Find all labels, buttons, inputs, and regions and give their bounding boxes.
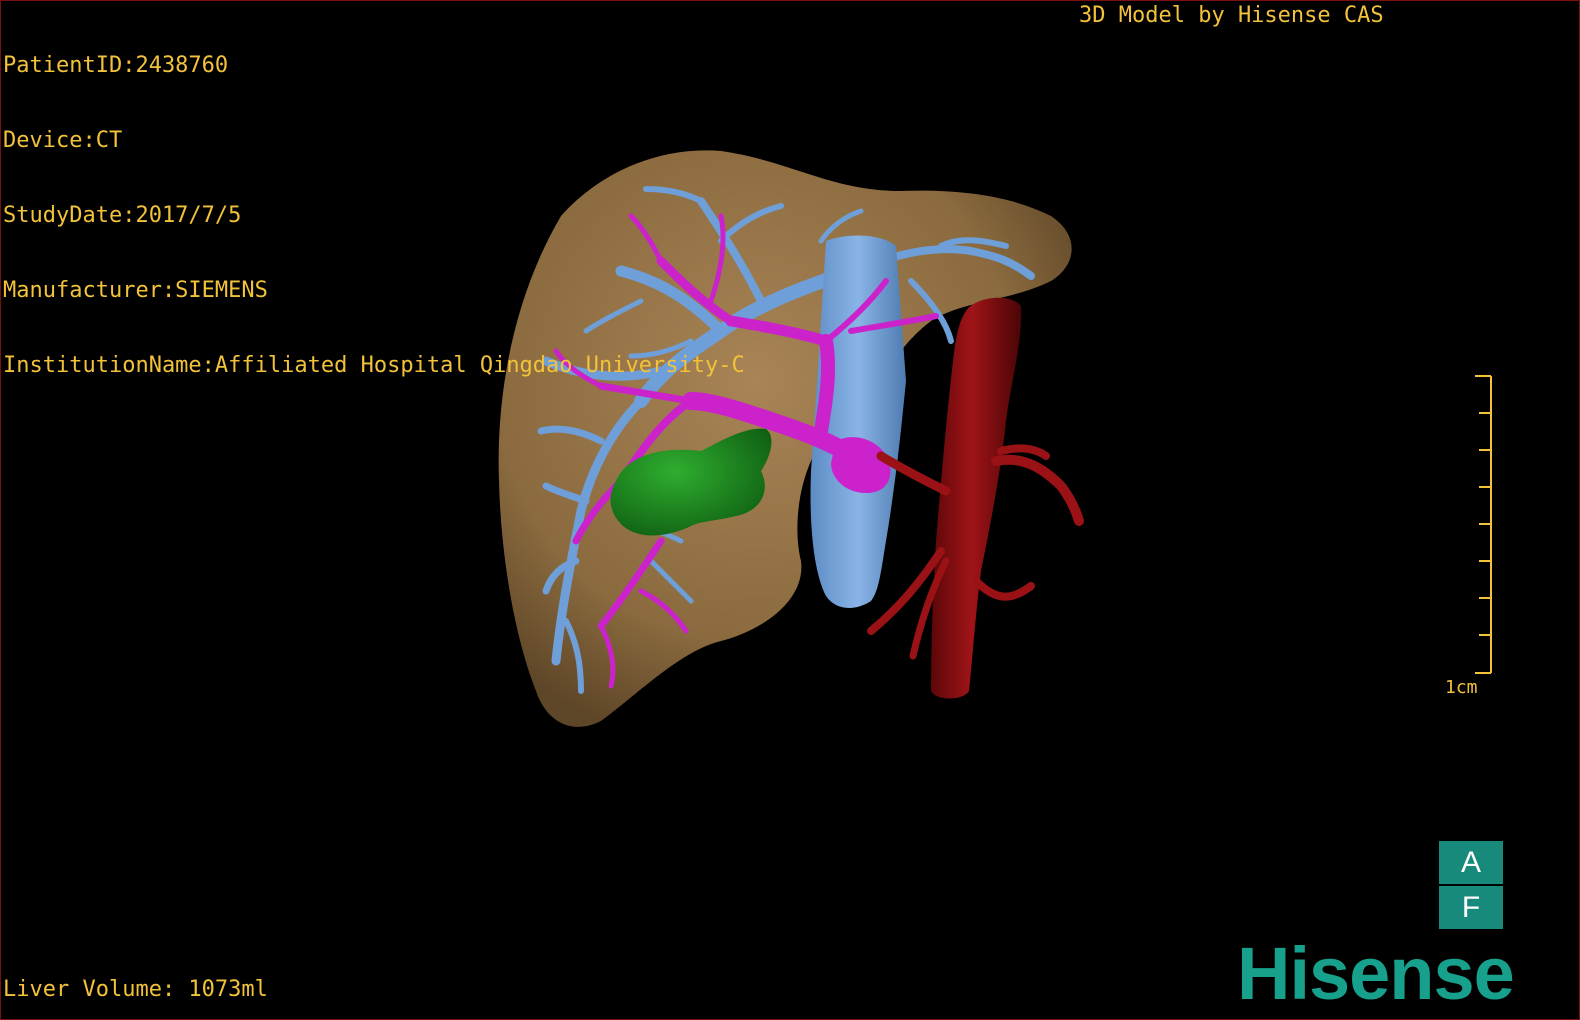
device: Device:CT (3, 128, 123, 153)
institution-name: InstitutionName:Affiliated Hospital Qing… (3, 353, 745, 378)
scale-label: 1cm (1445, 677, 1478, 698)
study-info-overlay: PatientID:2438760 Device:CT StudyDate:20… (3, 3, 745, 428)
patient-id: PatientID:2438760 (3, 53, 229, 78)
orientation-foot[interactable]: F (1439, 884, 1503, 929)
orientation-anterior[interactable]: A (1439, 841, 1503, 884)
scale-bar (1475, 375, 1492, 674)
orientation-cube[interactable]: A F (1439, 841, 1503, 929)
study-date: StudyDate:2017/7/5 (3, 203, 242, 228)
3d-viewport[interactable]: PatientID:2438760 Device:CT StudyDate:20… (0, 0, 1580, 1020)
hisense-logo: Hisense (1237, 932, 1515, 1015)
manufacturer: Manufacturer:SIEMENS (3, 278, 268, 303)
aorta (931, 297, 1022, 699)
model-credit: 3D Model by Hisense CAS (1079, 3, 1384, 28)
liver-volume: Liver Volume: 1073ml (3, 977, 268, 1002)
